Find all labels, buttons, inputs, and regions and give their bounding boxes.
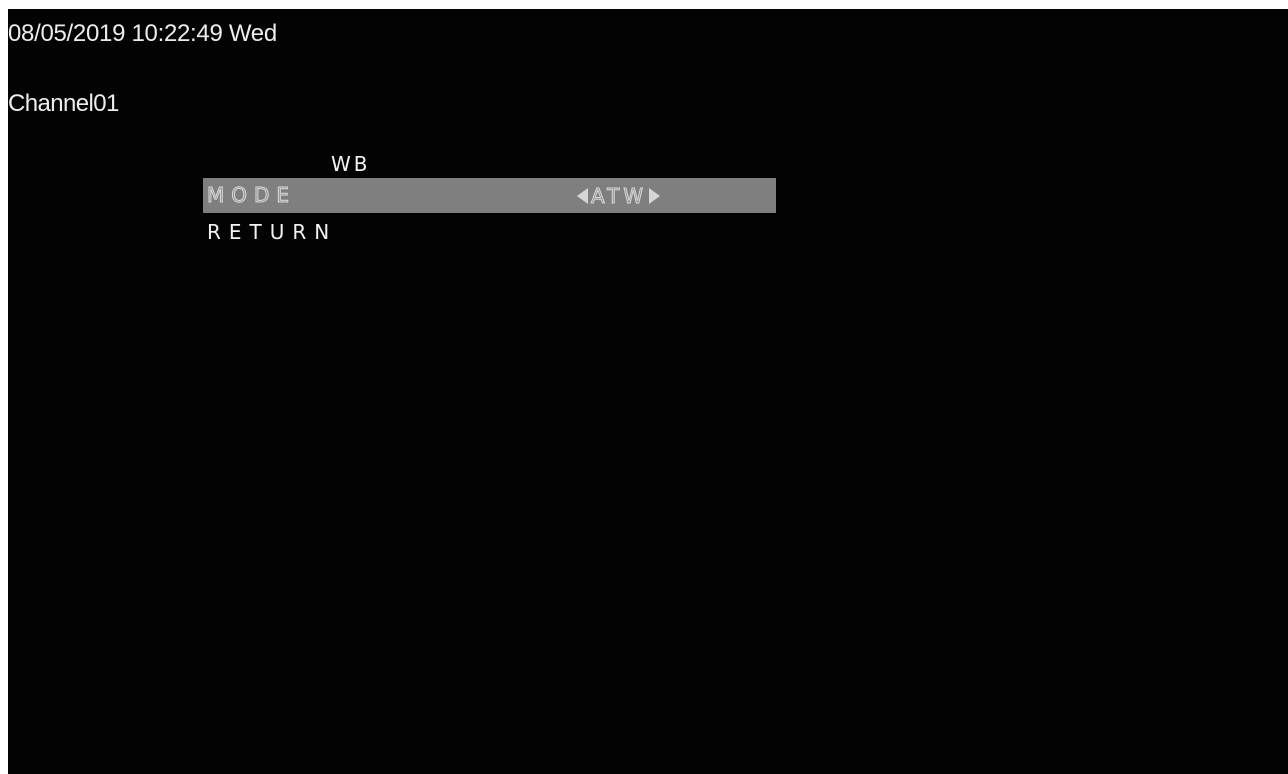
menu-item-return[interactable]: RETURN [203, 215, 776, 250]
mode-value: ATW [590, 183, 648, 208]
triangle-left-icon[interactable] [577, 187, 588, 204]
menu-item-label: MODE [206, 183, 297, 208]
camera-screen: 08/05/2019 10:22:49 Wed Channel01 WB MOD… [8, 9, 1288, 774]
datetime-overlay: 08/05/2019 10:22:49 Wed [8, 20, 277, 47]
channel-label: Channel01 [8, 90, 119, 117]
triangle-right-icon[interactable] [649, 187, 661, 204]
mode-value-selector[interactable]: ATW [577, 183, 661, 208]
menu-item-mode[interactable]: MODE ATW [203, 178, 776, 213]
menu-item-label: RETURN [207, 220, 338, 244]
menu-title: WB [331, 152, 371, 176]
